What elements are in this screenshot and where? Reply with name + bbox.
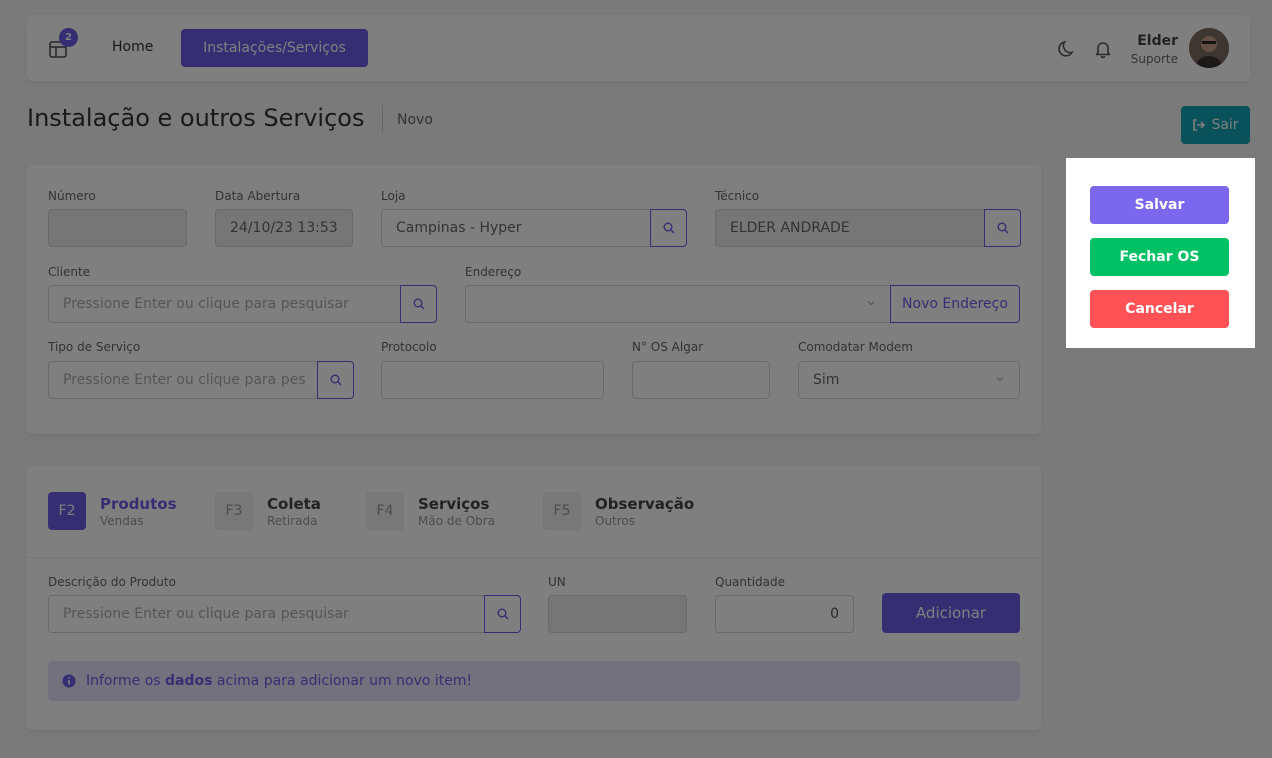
actions-popup: Salvar Fechar OS Cancelar [1066, 158, 1255, 348]
cancel-button[interactable]: Cancelar [1090, 290, 1229, 328]
modal-backdrop[interactable] [0, 0, 1272, 758]
close-os-button[interactable]: Fechar OS [1090, 238, 1229, 276]
save-button[interactable]: Salvar [1090, 186, 1229, 224]
